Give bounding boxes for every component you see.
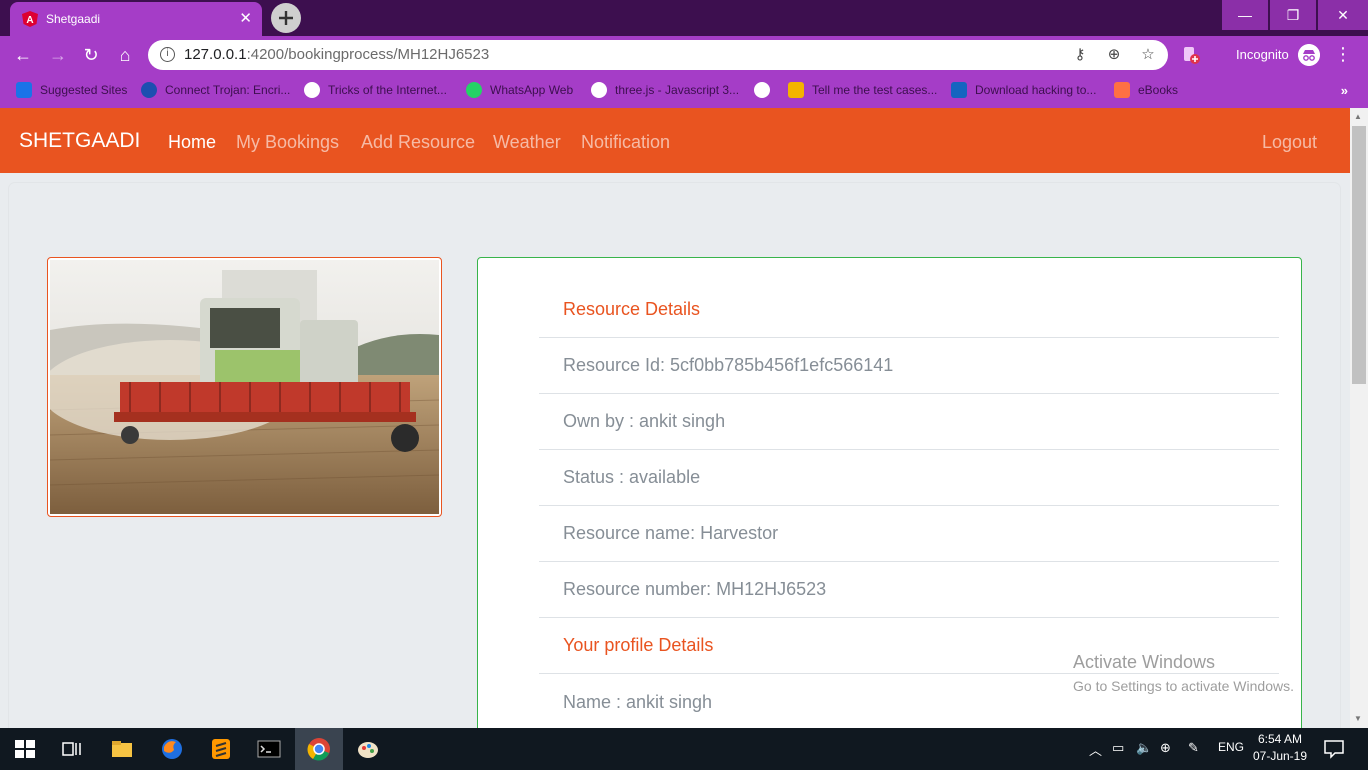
tray-chevron-icon[interactable]: ︿	[1089, 740, 1102, 759]
info-icon[interactable]: i	[160, 47, 175, 62]
back-arrow-icon[interactable]: ←	[11, 43, 35, 67]
bookmark-item[interactable]	[754, 82, 778, 100]
globe-icon	[754, 82, 770, 98]
url-host: 127.0.0.1	[184, 46, 247, 63]
activate-subtitle: Go to Settings to activate Windows.	[1073, 678, 1294, 694]
plus-icon	[279, 11, 293, 25]
resource-details-heading: Resource Details	[539, 282, 1279, 338]
battery-icon[interactable]: ▭	[1112, 740, 1124, 756]
nav-notification[interactable]: Notification	[581, 132, 670, 153]
svg-text:A: A	[26, 15, 33, 26]
firefox-icon[interactable]	[160, 737, 184, 761]
bookmark-item[interactable]: Suggested Sites	[16, 82, 127, 100]
nav-my-bookings[interactable]: My Bookings	[236, 132, 339, 153]
volume-icon[interactable]: 🔈	[1136, 740, 1152, 756]
angular-icon: A	[22, 11, 38, 27]
logout-link[interactable]: Logout	[1262, 132, 1317, 153]
file-explorer-icon[interactable]	[110, 737, 134, 761]
scroll-down-icon[interactable]: ▼	[1354, 714, 1362, 723]
bookmark-item[interactable]: eBooks	[1114, 82, 1178, 100]
notifications-icon[interactable]	[1322, 737, 1346, 761]
activate-windows-watermark: Activate Windows Go to Settings to activ…	[1073, 652, 1294, 694]
bookmark-item[interactable]: Connect Trojan: Encri...	[141, 82, 290, 100]
url-text[interactable]: 127.0.0.1:4200/bookingprocess/MH12HJ6523	[184, 46, 489, 63]
extension-icon[interactable]	[1182, 45, 1202, 65]
incognito-label: Incognito	[1236, 47, 1289, 62]
drive-icon	[788, 82, 804, 98]
forward-arrow-icon[interactable]: →	[46, 43, 70, 67]
menu-dots-icon[interactable]: ⋮	[1334, 44, 1352, 65]
globe-icon	[591, 82, 607, 98]
more-bookmarks-icon[interactable]: »	[1341, 83, 1348, 98]
minimize-button[interactable]: —	[1222, 0, 1268, 30]
connect-icon	[141, 82, 157, 98]
resource-name-row: Resource name: Harvestor	[539, 506, 1279, 562]
activate-title: Activate Windows	[1073, 652, 1216, 672]
paint-icon[interactable]	[356, 737, 380, 761]
bookmark-item[interactable]: WhatsApp Web	[466, 82, 573, 100]
whatsapp-icon	[466, 82, 482, 98]
bookmark-item[interactable]: Download hacking to...	[951, 82, 1096, 100]
globe-icon	[304, 82, 320, 98]
new-tab-button[interactable]	[271, 3, 301, 33]
zoom-icon[interactable]: ⊕	[1104, 45, 1124, 65]
browser-titlebar: A Shetgaadi ✕ — ❐ ✕	[0, 0, 1368, 36]
browser-tab[interactable]: A Shetgaadi ✕	[10, 2, 262, 36]
tab-title: Shetgaadi	[46, 12, 101, 26]
restore-button[interactable]: ❐	[1270, 0, 1316, 30]
reload-icon[interactable]: ↻	[79, 43, 103, 67]
bookmark-item[interactable]: three.js - Javascript 3...	[591, 82, 739, 100]
nav-weather[interactable]: Weather	[493, 132, 561, 153]
terminal-icon[interactable]	[257, 737, 281, 761]
close-tab-icon[interactable]: ✕	[239, 9, 252, 27]
nav-add-resource[interactable]: Add Resource	[361, 132, 475, 153]
scrollbar-thumb[interactable]	[1352, 126, 1366, 384]
incognito-icon[interactable]	[1298, 44, 1320, 66]
bookmark-item[interactable]: Tricks of the Internet...	[304, 82, 447, 100]
browser-toolbar: ← → ↻ ⌂ i 127.0.0.1:4200/bookingprocess/…	[0, 36, 1368, 74]
resource-id-row: Resource Id: 5cf0bb785b456f1efc566141	[539, 338, 1279, 394]
s-icon	[951, 82, 967, 98]
url-path: :4200/bookingprocess/MH12HJ6523	[246, 46, 490, 63]
ebooks-icon	[1114, 82, 1130, 98]
bookmark-item[interactable]: Tell me the test cases...	[788, 82, 937, 100]
page-scrollbar[interactable]: ▲ ▼	[1350, 108, 1368, 728]
resource-image-card	[47, 257, 442, 517]
resource-number-row: Resource number: MH12HJ6523	[539, 562, 1279, 618]
star-icon[interactable]: ☆	[1138, 45, 1158, 65]
bookmarks-bar: Suggested Sites Connect Trojan: Encri...…	[0, 74, 1368, 108]
chrome-icon[interactable]	[307, 737, 331, 761]
key-icon[interactable]: ⚷	[1070, 45, 1090, 65]
harvester-image	[48, 260, 440, 514]
language-indicator[interactable]: ENG	[1218, 740, 1244, 754]
clock-time: 6:54 AM	[1257, 732, 1303, 746]
network-icon[interactable]: ⊕	[1160, 740, 1171, 756]
status-row: Status : available	[539, 450, 1279, 506]
top-navbar: SHETGAADI Home My Bookings Add Resource …	[0, 108, 1350, 173]
bing-icon	[16, 82, 32, 98]
windows-taskbar: ︿ ▭ 🔈 ⊕ ✎ ENG 6:54 AM 07-Jun-19	[0, 728, 1368, 770]
system-clock[interactable]: 6:54 AM 07-Jun-19	[1252, 732, 1308, 763]
nav-home[interactable]: Home	[168, 132, 216, 153]
task-view-icon[interactable]	[60, 737, 84, 761]
scroll-up-icon[interactable]: ▲	[1354, 112, 1362, 121]
clock-date: 07-Jun-19	[1252, 749, 1308, 763]
brand-logo[interactable]: SHETGAADI	[19, 129, 140, 153]
owner-row: Own by : ankit singh	[539, 394, 1279, 450]
page-viewport: SHETGAADI Home My Bookings Add Resource …	[0, 108, 1350, 728]
home-icon[interactable]: ⌂	[113, 43, 137, 67]
pen-icon[interactable]: ✎	[1188, 740, 1199, 756]
address-bar[interactable]: i 127.0.0.1:4200/bookingprocess/MH12HJ65…	[148, 40, 1168, 70]
windows-start-icon[interactable]	[13, 737, 37, 761]
close-window-button[interactable]: ✕	[1318, 0, 1368, 30]
sublime-text-icon[interactable]	[209, 737, 233, 761]
